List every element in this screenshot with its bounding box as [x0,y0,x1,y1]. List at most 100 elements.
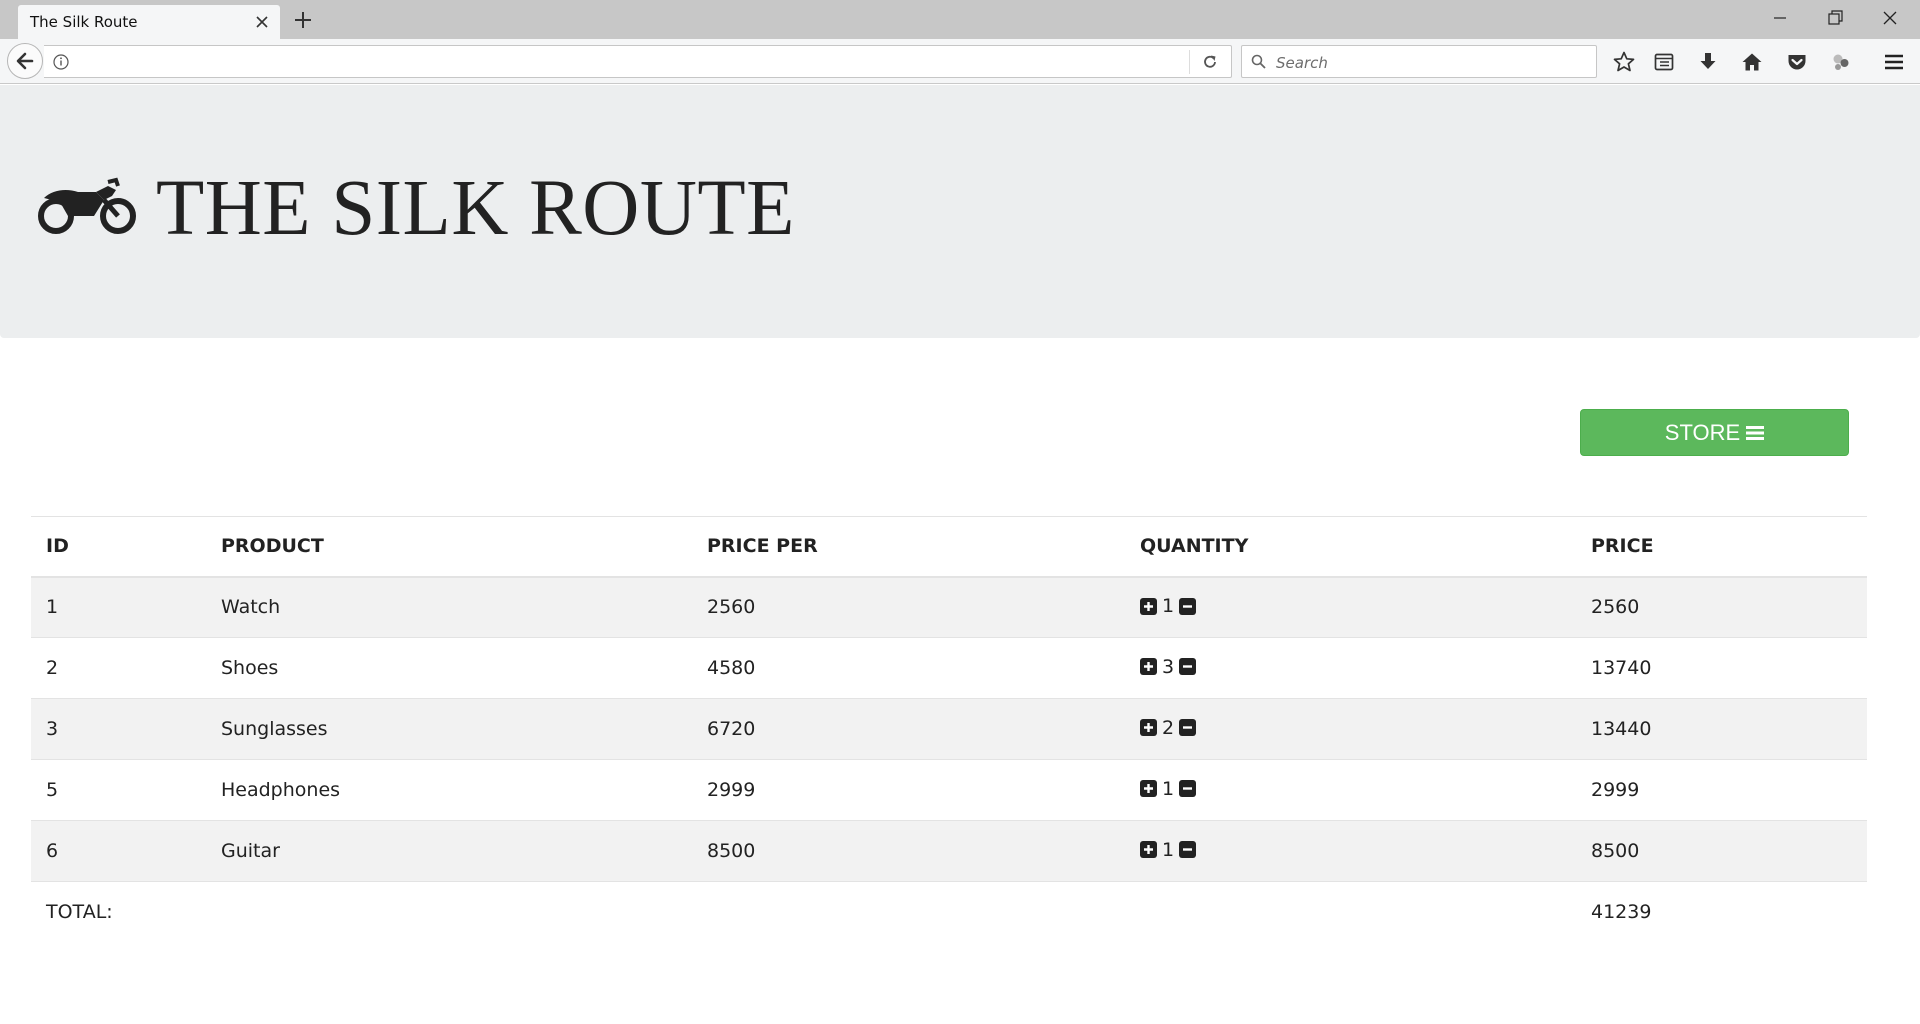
minus-square-icon [1179,841,1197,859]
cell-price-per: 8500 [692,820,1125,882]
site-title: THE SILK ROUTE [156,165,795,252]
cell-price-per: 4580 [692,637,1125,699]
search-input[interactable] [1274,51,1578,75]
cell-quantity: 2 [1125,698,1576,760]
plus-square-icon [1140,658,1157,676]
table-row: 6 Guitar 8500 1 8500 [31,820,1867,882]
menu-icon [1746,425,1765,440]
back-button[interactable] [7,43,43,79]
minimize-icon[interactable] [1768,6,1792,30]
cell-id: 6 [31,820,206,882]
cell-price-per: 2999 [692,759,1125,821]
cell-price: 8500 [1576,820,1867,882]
new-tab-icon[interactable] [292,9,314,31]
cell-id: 3 [31,698,206,760]
cell-price-per: 6720 [692,698,1125,760]
motorcycle-icon [38,177,136,234]
quantity-stepper: 1 [1140,777,1197,800]
cell-product: Sunglasses [206,698,692,760]
increase-quantity-button[interactable] [1140,658,1157,676]
close-tab-icon[interactable] [253,13,271,31]
quantity-stepper: 1 [1140,838,1197,861]
url-bar[interactable] [44,45,1232,78]
plus-square-icon [1140,719,1157,737]
quantity-stepper: 3 [1140,655,1197,678]
decrease-quantity-button[interactable] [1179,719,1197,737]
cell-price: 13740 [1576,637,1867,699]
increase-quantity-button[interactable] [1140,780,1157,798]
store-button-label: STORE [1664,419,1741,445]
empty-cell [206,881,692,943]
quantity-value: 1 [1162,838,1175,861]
header-jumbotron: THE SILK ROUTE [0,85,1920,338]
info-icon[interactable] [52,53,70,71]
quantity-value: 2 [1162,716,1175,739]
cell-quantity: 1 [1125,759,1576,821]
cell-id: 1 [31,576,206,638]
search-icon [1251,54,1266,69]
store-button[interactable]: STORE [1580,409,1849,456]
cart-table: ID PRODUCT PRICE PER QUANTITY PRICE 1 Wa… [31,516,1867,943]
reading-list-icon[interactable] [1652,50,1676,74]
reload-icon[interactable] [1201,53,1219,71]
browser-tab[interactable]: The Silk Route [18,5,280,39]
increase-quantity-button[interactable] [1140,841,1157,859]
decrease-quantity-button[interactable] [1179,597,1197,615]
close-window-icon[interactable] [1878,6,1902,30]
table-row: 5 Headphones 2999 1 2999 [31,759,1867,821]
cell-product: Watch [206,576,692,638]
bookmark-star-icon[interactable] [1612,50,1636,74]
plus-square-icon [1140,597,1157,615]
column-header-id: ID [31,516,206,578]
cell-id: 2 [31,637,206,699]
cell-quantity: 3 [1125,637,1576,699]
cell-product: Headphones [206,759,692,821]
column-header-product: PRODUCT [206,516,692,578]
quantity-value: 1 [1162,595,1175,617]
total-value: 41239 [1576,881,1867,943]
column-header-price-per: PRICE PER [692,516,1125,578]
cell-product: Shoes [206,637,692,699]
increase-quantity-button[interactable] [1140,719,1157,737]
cell-id: 5 [31,759,206,821]
cell-price: 2560 [1576,576,1867,638]
empty-cell [692,881,1125,943]
back-arrow-icon [16,52,34,70]
quantity-value: 3 [1162,655,1175,678]
column-header-quantity: QUANTITY [1125,516,1576,578]
cell-price: 2999 [1576,759,1867,821]
table-row: 3 Sunglasses 6720 2 13440 [31,698,1867,760]
decrease-quantity-button[interactable] [1179,658,1197,676]
quantity-stepper: 1 [1140,595,1197,617]
url-input[interactable] [76,50,1160,74]
quantity-value: 1 [1162,777,1175,800]
minus-square-icon [1179,719,1197,737]
cell-product: Guitar [206,820,692,882]
home-icon[interactable] [1740,50,1764,74]
table-row: 2 Shoes 4580 3 13740 [31,637,1867,699]
total-label: TOTAL: [31,881,206,943]
browser-tab-bar: The Silk Route [0,0,1920,39]
tab-title: The Silk Route [30,13,138,31]
hamburger-menu-icon[interactable] [1882,50,1906,74]
total-row: TOTAL: 41239 [31,881,1867,943]
empty-cell [1125,881,1576,943]
search-bar[interactable] [1241,45,1597,78]
plus-square-icon [1140,841,1157,859]
quantity-stepper: 2 [1140,716,1197,739]
increase-quantity-button[interactable] [1140,597,1157,615]
cell-price: 13440 [1576,698,1867,760]
extension-icon[interactable] [1829,50,1853,74]
minus-square-icon [1179,597,1197,615]
decrease-quantity-button[interactable] [1179,780,1197,798]
table-row: 1 Watch 2560 1 2560 [31,576,1867,638]
minus-square-icon [1179,780,1197,798]
restore-icon[interactable] [1823,6,1847,30]
table-header-row: ID PRODUCT PRICE PER QUANTITY PRICE [31,516,1867,578]
cell-quantity: 1 [1125,576,1576,638]
minus-square-icon [1179,658,1197,676]
cell-price-per: 2560 [692,576,1125,638]
decrease-quantity-button[interactable] [1179,841,1197,859]
download-icon[interactable] [1696,50,1720,74]
pocket-icon[interactable] [1785,50,1809,74]
